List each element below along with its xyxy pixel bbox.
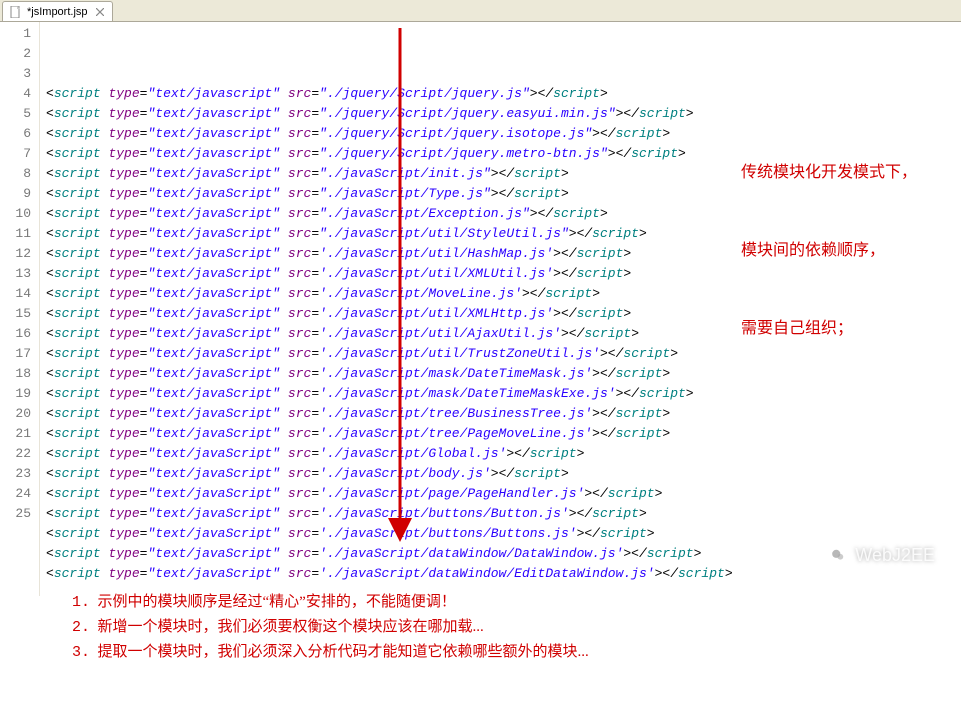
code-line[interactable]: <script type="text/javaScript" src='./ja… <box>46 484 961 504</box>
line-number: 10 <box>0 204 31 224</box>
line-number: 14 <box>0 284 31 304</box>
note-line: 3. 提取一个模块时，我们必须深入分析代码才能知道它依赖哪些额外的模块... <box>72 640 961 665</box>
line-number-gutter: 1234567891011121314151617181920212223242… <box>0 22 40 596</box>
line-number: 8 <box>0 164 31 184</box>
close-icon[interactable] <box>94 6 106 18</box>
line-number: 6 <box>0 124 31 144</box>
line-number: 2 <box>0 44 31 64</box>
side-annotation: 传统模块化开发模式下， 模块间的依赖顺序， 需要自己组织； <box>741 108 941 394</box>
line-number: 23 <box>0 464 31 484</box>
note-line: 1. 示例中的模块顺序是经过“精心”安排的，不能随便调！ <box>72 590 961 615</box>
code-line[interactable]: <script type="text/javaScript" src='./ja… <box>46 524 961 544</box>
jsp-file-icon <box>9 5 23 19</box>
code-line[interactable]: <script type="text/javaScript" src='./ja… <box>46 464 961 484</box>
line-number: 25 <box>0 504 31 524</box>
line-number: 4 <box>0 84 31 104</box>
line-number: 17 <box>0 344 31 364</box>
line-number: 19 <box>0 384 31 404</box>
code-line[interactable]: <script type="text/javaScript" src='./ja… <box>46 404 961 424</box>
code-line[interactable]: <script type="text/javaScript" src='./ja… <box>46 444 961 464</box>
code-line[interactable]: <script type="text/javascript" src="./jq… <box>46 84 961 104</box>
line-number: 21 <box>0 424 31 444</box>
code-line[interactable]: <script type="text/javaScript" src='./ja… <box>46 564 961 584</box>
line-number: 15 <box>0 304 31 324</box>
code-editor[interactable]: 1234567891011121314151617181920212223242… <box>0 22 961 596</box>
line-number: 16 <box>0 324 31 344</box>
line-number: 24 <box>0 484 31 504</box>
line-number: 13 <box>0 264 31 284</box>
line-number: 20 <box>0 404 31 424</box>
line-number: 9 <box>0 184 31 204</box>
side-annotation-line: 传统模块化开发模式下， <box>741 160 941 186</box>
code-line[interactable]: <script type="text/javaScript" src='./ja… <box>46 424 961 444</box>
line-number: 5 <box>0 104 31 124</box>
line-number: 3 <box>0 64 31 84</box>
tab-jsimport[interactable]: *jsImport.jsp <box>2 1 113 21</box>
watermark: WebJ2EE <box>827 544 935 566</box>
side-annotation-line: 需要自己组织； <box>741 316 941 342</box>
note-line: 2. 新增一个模块时，我们必须要权衡这个模块应该在哪加载... <box>72 615 961 640</box>
tab-bar: *jsImport.jsp <box>0 0 961 22</box>
watermark-text: WebJ2EE <box>855 545 935 566</box>
code-line[interactable]: <script type="text/javaScript" src='./ja… <box>46 504 961 524</box>
code-area[interactable]: <script type="text/javascript" src="./jq… <box>40 22 961 596</box>
bottom-annotations: 1. 示例中的模块顺序是经过“精心”安排的，不能随便调！2. 新增一个模块时，我… <box>46 584 961 665</box>
line-number: 18 <box>0 364 31 384</box>
wechat-icon <box>827 544 849 566</box>
code-line[interactable]: <script type="text/javaScript" src='./ja… <box>46 544 961 564</box>
line-number: 1 <box>0 24 31 44</box>
line-number: 11 <box>0 224 31 244</box>
line-number: 7 <box>0 144 31 164</box>
line-number: 12 <box>0 244 31 264</box>
side-annotation-line: 模块间的依赖顺序， <box>741 238 941 264</box>
line-number: 22 <box>0 444 31 464</box>
tab-title: *jsImport.jsp <box>27 6 88 18</box>
